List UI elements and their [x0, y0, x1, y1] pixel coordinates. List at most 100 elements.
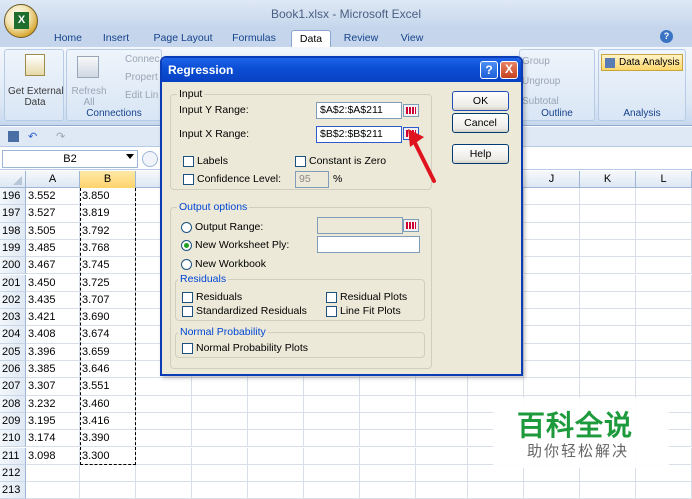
- cell[interactable]: [248, 464, 304, 483]
- cell[interactable]: [524, 378, 580, 396]
- cell[interactable]: [304, 447, 360, 465]
- cell[interactable]: [580, 274, 636, 292]
- cell[interactable]: [636, 222, 692, 240]
- row-header[interactable]: 213: [0, 482, 26, 499]
- cancel-button[interactable]: Cancel: [452, 113, 509, 133]
- cell[interactable]: [412, 430, 468, 448]
- cell-a[interactable]: 3.098: [26, 447, 80, 465]
- cell[interactable]: [580, 205, 636, 223]
- cell[interactable]: [580, 482, 636, 499]
- cell[interactable]: [304, 378, 360, 396]
- cell[interactable]: [580, 343, 636, 361]
- tab-view[interactable]: View: [392, 30, 432, 47]
- cell[interactable]: [136, 430, 192, 448]
- cell[interactable]: [136, 395, 192, 413]
- cell[interactable]: [580, 188, 636, 206]
- row-header[interactable]: 199: [0, 239, 26, 258]
- office-button[interactable]: X: [4, 4, 38, 38]
- cell[interactable]: [524, 257, 580, 275]
- cell[interactable]: [524, 222, 580, 240]
- row-header[interactable]: 209: [0, 412, 26, 431]
- cell[interactable]: [468, 378, 524, 396]
- cell[interactable]: [412, 447, 468, 465]
- cell[interactable]: [248, 395, 304, 413]
- cell[interactable]: [412, 395, 468, 413]
- subtotal-button[interactable]: Subtotal: [522, 96, 559, 107]
- row-header[interactable]: 202: [0, 291, 26, 310]
- dialog-close-icon[interactable]: X: [500, 61, 518, 79]
- cell-b[interactable]: [80, 464, 136, 483]
- cell[interactable]: [360, 482, 416, 499]
- constant-is-zero-checkbox[interactable]: [295, 156, 306, 167]
- row-header[interactable]: 196: [0, 188, 26, 206]
- undo-icon[interactable]: ↶: [28, 130, 37, 143]
- cell[interactable]: [248, 447, 304, 465]
- cell-a[interactable]: 3.307: [26, 378, 80, 396]
- row-header[interactable]: 200: [0, 257, 26, 275]
- cell-a[interactable]: 3.174: [26, 430, 80, 448]
- cell[interactable]: [192, 464, 248, 483]
- cell[interactable]: [360, 412, 416, 431]
- output-range-collapse-icon[interactable]: [403, 219, 419, 232]
- row-header[interactable]: 212: [0, 464, 26, 483]
- cell[interactable]: [580, 257, 636, 275]
- tab-review[interactable]: Review: [336, 30, 386, 47]
- row-header[interactable]: 207: [0, 378, 26, 396]
- cell-a[interactable]: 3.396: [26, 343, 80, 361]
- cell[interactable]: [304, 430, 360, 448]
- cell[interactable]: [580, 222, 636, 240]
- redo-icon[interactable]: ↷: [56, 130, 65, 143]
- input-y-range-field[interactable]: $A$2:$A$211: [316, 102, 402, 119]
- dialog-help-icon[interactable]: ?: [480, 61, 498, 79]
- cell[interactable]: [636, 378, 692, 396]
- data-analysis-button[interactable]: Data Analysis: [601, 54, 683, 71]
- cell[interactable]: [412, 482, 468, 499]
- cell[interactable]: [248, 412, 304, 431]
- row-header[interactable]: 206: [0, 361, 26, 379]
- cell[interactable]: [636, 361, 692, 379]
- cell-a[interactable]: 3.421: [26, 309, 80, 327]
- column-header-a[interactable]: A: [26, 171, 80, 188]
- column-header-k[interactable]: K: [580, 171, 636, 188]
- cell[interactable]: [636, 205, 692, 223]
- cell-a[interactable]: [26, 464, 80, 483]
- get-external-data-group[interactable]: Get External Data: [4, 49, 64, 121]
- cell[interactable]: [636, 343, 692, 361]
- cell-a[interactable]: [26, 482, 80, 499]
- row-header[interactable]: 203: [0, 309, 26, 327]
- cell[interactable]: [304, 395, 360, 413]
- tab-home[interactable]: Home: [46, 30, 90, 47]
- cell[interactable]: [136, 447, 192, 465]
- select-all-corner[interactable]: [0, 171, 26, 188]
- labels-checkbox[interactable]: [183, 156, 194, 167]
- cell[interactable]: [136, 378, 192, 396]
- tab-page-layout[interactable]: Page Layout: [148, 30, 218, 47]
- help-button[interactable]: Help: [452, 144, 509, 164]
- cell[interactable]: [192, 447, 248, 465]
- cell[interactable]: [636, 274, 692, 292]
- cell[interactable]: [412, 412, 468, 431]
- cell[interactable]: [524, 205, 580, 223]
- cell[interactable]: [636, 482, 692, 499]
- tab-formulas[interactable]: Formulas: [224, 30, 284, 47]
- output-range-radio[interactable]: [181, 222, 192, 233]
- cell[interactable]: [524, 239, 580, 258]
- column-header-l[interactable]: L: [636, 171, 692, 188]
- cell[interactable]: [524, 188, 580, 206]
- cell[interactable]: [248, 378, 304, 396]
- cell[interactable]: [524, 343, 580, 361]
- cell[interactable]: [580, 309, 636, 327]
- cell[interactable]: [636, 239, 692, 258]
- cell-a[interactable]: 3.195: [26, 412, 80, 431]
- dialog-title-bar[interactable]: Regression ? X: [162, 58, 521, 82]
- cell[interactable]: [524, 482, 580, 499]
- cell[interactable]: [580, 326, 636, 344]
- cell-a[interactable]: 3.232: [26, 395, 80, 413]
- confidence-level-field[interactable]: 95: [295, 171, 329, 188]
- input-x-range-field[interactable]: $B$2:$B$211: [316, 126, 402, 143]
- cell[interactable]: [360, 447, 416, 465]
- cell-a[interactable]: 3.505: [26, 222, 80, 240]
- cell[interactable]: [524, 361, 580, 379]
- cell[interactable]: [192, 482, 248, 499]
- cell[interactable]: [636, 291, 692, 310]
